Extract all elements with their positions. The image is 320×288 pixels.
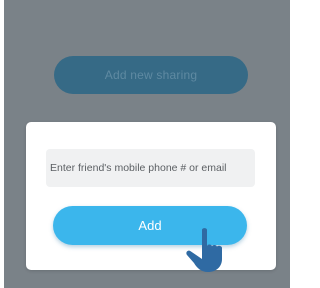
friend-contact-input[interactable]	[46, 149, 255, 187]
hand-pointer-icon	[186, 228, 222, 272]
add-sharing-dialog: Add	[26, 122, 276, 270]
add-new-sharing-button: Add new sharing	[54, 56, 248, 94]
app-screen: Add new sharing Add	[0, 0, 294, 288]
